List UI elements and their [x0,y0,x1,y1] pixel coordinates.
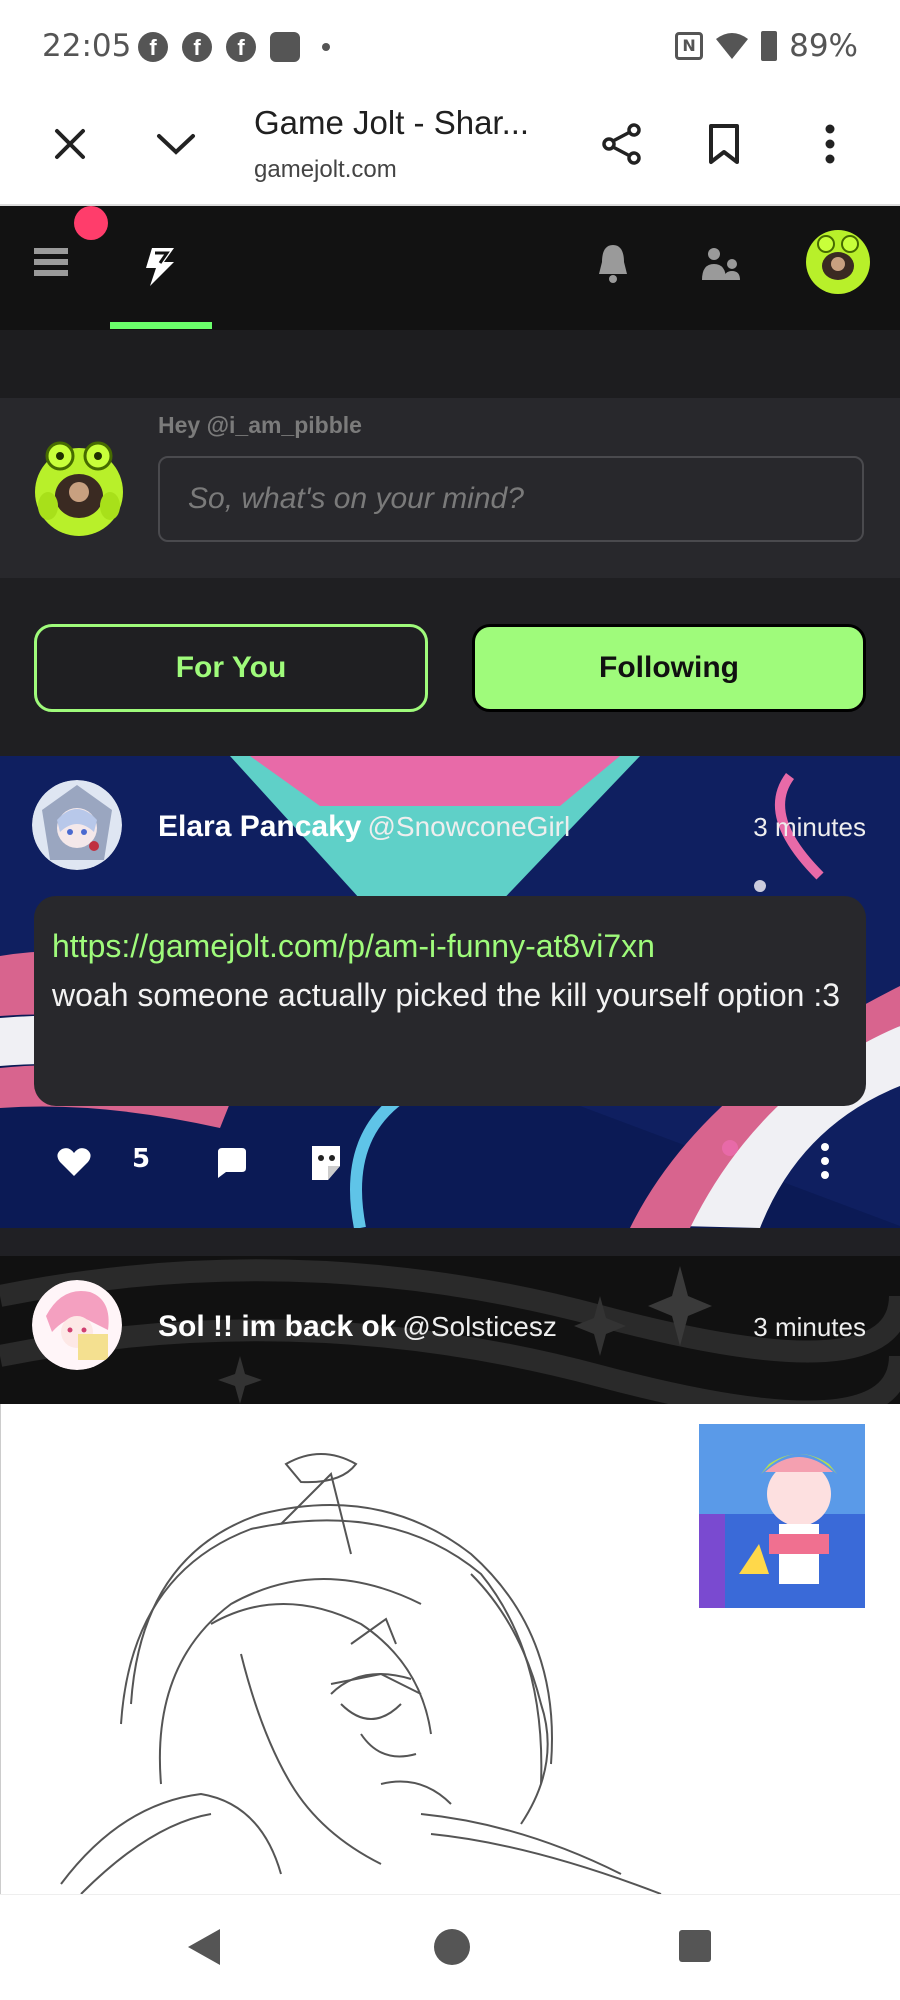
post-time[interactable]: 3 minutes [753,1312,866,1343]
system-icons: N 89% [675,28,858,64]
nfc-icon: N [675,32,704,60]
active-tab-indicator [110,322,212,329]
status-bar: 22:05 f f f N 89% [0,0,900,92]
wifi-icon [716,33,749,59]
sticker-icon [312,1146,340,1180]
frog-avatar-icon [806,230,870,294]
close-icon [55,129,85,159]
bookmark-button[interactable] [694,114,754,174]
recents-button[interactable] [678,1929,712,1967]
author-handle[interactable]: @Solsticesz [402,1311,556,1342]
close-button[interactable] [40,114,100,174]
author-handle[interactable]: @SnowconeGirl [367,811,570,842]
like-count: 5 [132,1144,151,1174]
tab-following[interactable]: Following [472,624,866,712]
feed-post[interactable]: Sol !! im back ok @Solsticesz 3 minutes [0,1256,900,1404]
battery-icon [761,31,778,61]
back-triangle-icon [188,1929,220,1965]
comment-button[interactable] [214,1146,248,1184]
shopping-bag-icon [270,32,300,62]
share-icon [602,123,641,165]
chevron-down-icon [157,134,195,155]
post-content: https://gamejolt.com/p/am-i-funny-at8vi7… [34,896,866,1106]
facebook-icon: f [138,32,168,62]
user-avatar-button[interactable] [804,228,872,296]
post-link[interactable]: https://gamejolt.com/p/am-i-funny-at8vi7… [52,922,848,970]
battery-percent: 89% [789,28,858,64]
minimize-button[interactable] [146,114,206,174]
facebook-icon: f [182,32,212,62]
whats-on-your-mind-input[interactable] [158,456,864,542]
notification-dot [74,206,108,240]
overflow-menu-button[interactable] [800,114,860,174]
back-button[interactable] [186,1927,222,1971]
home-feed-button[interactable] [138,244,182,292]
status-time: 22:05 [42,28,132,64]
author-name[interactable]: Elara Pancaky [158,810,361,843]
comment-icon [218,1148,246,1178]
post-actions: 5 [0,1132,900,1202]
author-name[interactable]: Sol !! im back ok [158,1310,396,1343]
post-author-avatar[interactable] [32,1280,122,1370]
home-button[interactable] [432,1927,472,1971]
author-avatar-image [32,1280,122,1370]
author-avatar-image [32,780,122,870]
system-nav-bar [0,1894,900,2000]
app-navbar [0,206,900,330]
composer-avatar[interactable] [28,436,130,538]
recents-square-icon [679,1930,711,1962]
facebook-icon: f [226,32,256,62]
feed-spacer [0,330,900,398]
share-button[interactable] [592,114,652,174]
bell-icon [599,245,627,283]
add-friends-icon [702,248,740,280]
post-author[interactable]: Sol !! im back ok @Solsticesz [158,1310,557,1344]
browser-toolbar: Game Jolt - Shar... gamejolt.com [0,92,900,206]
character-sticker-image [699,1424,865,1608]
post-time[interactable]: 3 minutes [753,812,866,843]
composer-greeting: Hey @i_am_pibble [158,412,362,438]
post-options-button[interactable] [820,1142,830,1184]
more-vertical-icon [821,1143,829,1179]
post-composer: Hey @i_am_pibble [0,398,900,578]
bookmark-icon [709,124,739,164]
home-circle-icon [434,1929,470,1965]
feed-post[interactable]: Elara Pancaky @SnowconeGirl 3 minutes htt… [0,756,900,1228]
post-author-avatar[interactable] [32,780,122,870]
heart-icon [57,1148,91,1176]
page-title: Game Jolt - Shar... [254,104,530,141]
sticker-thumbnail[interactable] [699,1424,865,1608]
like-button[interactable] [56,1146,92,1182]
tab-for-you[interactable]: For You [34,624,428,712]
post-separator [0,1228,900,1256]
post-media[interactable] [0,1404,900,1894]
frog-avatar-icon [35,441,123,536]
post-text: woah someone actually picked the kill yo… [52,977,840,1013]
feed-tabs: For You Following [0,578,900,756]
friends-button[interactable] [702,246,742,286]
sticker-button[interactable] [308,1142,344,1186]
menu-button[interactable] [34,246,68,282]
hamburger-icon [34,248,68,276]
gamejolt-logo-icon [146,248,174,286]
notification-icons: f f f [138,32,330,62]
more-vertical-icon [825,124,835,164]
post-author[interactable]: Elara Pancaky @SnowconeGirl [158,810,570,844]
page-url: gamejolt.com [254,156,397,183]
more-notifications-icon [322,43,330,51]
notifications-button[interactable] [596,242,630,288]
